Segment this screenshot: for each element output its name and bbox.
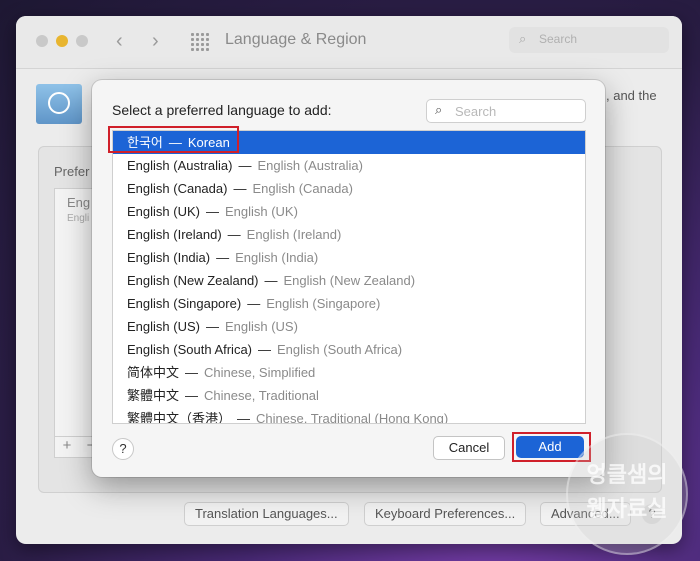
language-english-name: English (UK) — [224, 204, 298, 219]
language-search-input[interactable] — [453, 102, 581, 120]
add-button[interactable]: Add — [516, 436, 584, 458]
language-english-name: English (India) — [235, 250, 319, 265]
language-list-item[interactable]: 简体中文 — Chinese, Simplified — [113, 361, 585, 384]
preferred-languages-label: Prefer — [54, 164, 90, 179]
language-list-item[interactable]: English (Australia) — English (Australia) — [113, 154, 585, 177]
language-list[interactable]: 한국어 — Korean English (Australia) — English (A… — [112, 130, 586, 424]
language-native-name: 简体中文 — [127, 365, 180, 380]
language-english-name: English (South Africa) — [277, 342, 403, 357]
language-native-name: English (New Zealand) — [127, 273, 259, 288]
help-button[interactable]: ? — [112, 438, 134, 460]
close-window-button[interactable] — [36, 35, 48, 47]
language-list-item[interactable]: English (Ireland) — English (Ireland) — [113, 223, 585, 246]
language-native-name: English (Singapore) — [127, 296, 242, 311]
watermark-badge: 엉클샘의 웹자료실 — [566, 433, 688, 555]
language-separator: — — [233, 181, 247, 196]
language-native-name: English (Ireland) — [127, 227, 222, 242]
language-native-name: 繁體中文 — [127, 388, 180, 403]
minimize-window-button[interactable] — [56, 35, 68, 47]
window-search-field[interactable]: ⌕ Search — [509, 27, 669, 53]
language-list-item[interactable]: 한국어 — Korean — [113, 131, 585, 154]
language-separator: — — [216, 250, 230, 265]
language-native-name: 繁體中文（香港） — [127, 411, 232, 424]
translation-languages-button[interactable]: Translation Languages... — [184, 502, 349, 526]
language-english-name: English (New Zealand) — [283, 273, 416, 288]
language-english-name: English (Ireland) — [246, 227, 342, 242]
language-search-field[interactable]: ⌕ — [426, 99, 586, 123]
language-region-globe-icon — [36, 84, 82, 124]
keyboard-preferences-button[interactable]: Keyboard Preferences... — [364, 502, 527, 526]
language-native-name: English (India) — [127, 250, 211, 265]
language-separator: — — [168, 135, 182, 150]
window-title: Language & Region — [225, 31, 367, 48]
language-english-name: Chinese, Simplified — [204, 365, 316, 380]
language-separator: — — [205, 204, 219, 219]
search-icon: ⌕ — [519, 31, 527, 46]
add-language-sheet: Select a preferred language to add: ⌕ 한국… — [92, 80, 605, 477]
language-native-name: English (Australia) — [127, 158, 233, 173]
sheet-title: Select a preferred language to add: — [112, 102, 332, 118]
preferred-language-secondary: Engli — [67, 213, 90, 224]
watermark-line-2: 웹자료실 — [586, 496, 668, 521]
language-separator: — — [258, 342, 272, 357]
language-list-item[interactable]: English (Canada) — English (Canada) — [113, 177, 585, 200]
language-english-name: English (Canada) — [252, 181, 353, 196]
language-separator: — — [237, 411, 251, 424]
language-list-item[interactable]: 繁體中文（香港） — Chinese, Traditional (Hong Kong… — [113, 407, 585, 424]
window-titlebar: ‹ › Language & Region ⌕ Search — [16, 16, 682, 69]
language-separator: — — [238, 158, 252, 173]
preferred-language-primary: Eng — [67, 195, 91, 210]
language-list-item[interactable]: English (US) — English (US) — [113, 315, 585, 338]
language-list-item[interactable]: 繁體中文 — Chinese, Traditional — [113, 384, 585, 407]
language-list-item[interactable]: English (India) — English (India) — [113, 246, 585, 269]
language-list-item[interactable]: English (Singapore) — English (Singapore) — [113, 292, 585, 315]
language-separator: — — [185, 388, 199, 403]
language-english-name: Chinese, Traditional (Hong Kong) — [256, 411, 449, 424]
language-list-item[interactable]: English (New Zealand) — English (New Zeala… — [113, 269, 585, 292]
language-list-item[interactable]: English (UK) — English (UK) — [113, 200, 585, 223]
show-all-grid-icon[interactable] — [191, 33, 209, 51]
language-native-name: English (UK) — [127, 204, 200, 219]
language-english-name: English (US) — [224, 319, 298, 334]
cancel-button[interactable]: Cancel — [433, 436, 505, 460]
language-english-name: English (Singapore) — [266, 296, 381, 311]
zoom-window-button[interactable] — [76, 35, 88, 47]
language-english-name: Korean — [187, 135, 230, 150]
language-native-name: English (US) — [127, 319, 200, 334]
chevron-left-icon[interactable]: ‹ — [116, 30, 123, 53]
window-search-placeholder: Search — [539, 32, 578, 46]
language-separator: — — [205, 319, 219, 334]
language-english-name: English (Australia) — [257, 158, 364, 173]
watermark-line-1: 엉클샘의 — [586, 462, 668, 487]
search-icon: ⌕ — [435, 102, 443, 117]
chevron-right-icon[interactable]: › — [152, 30, 159, 53]
language-native-name: 한국어 — [127, 135, 163, 150]
language-native-name: English (South Africa) — [127, 342, 253, 357]
language-separator: — — [185, 365, 199, 380]
plus-icon[interactable]: + — [55, 437, 79, 454]
background-description-text: , and the — [606, 88, 657, 103]
language-english-name: Chinese, Traditional — [204, 388, 319, 403]
language-native-name: English (Canada) — [127, 181, 228, 196]
language-separator: — — [247, 296, 261, 311]
language-list-item[interactable]: English (South Africa) — English (South Af… — [113, 338, 585, 361]
language-separator: — — [227, 227, 241, 242]
language-separator: — — [264, 273, 278, 288]
